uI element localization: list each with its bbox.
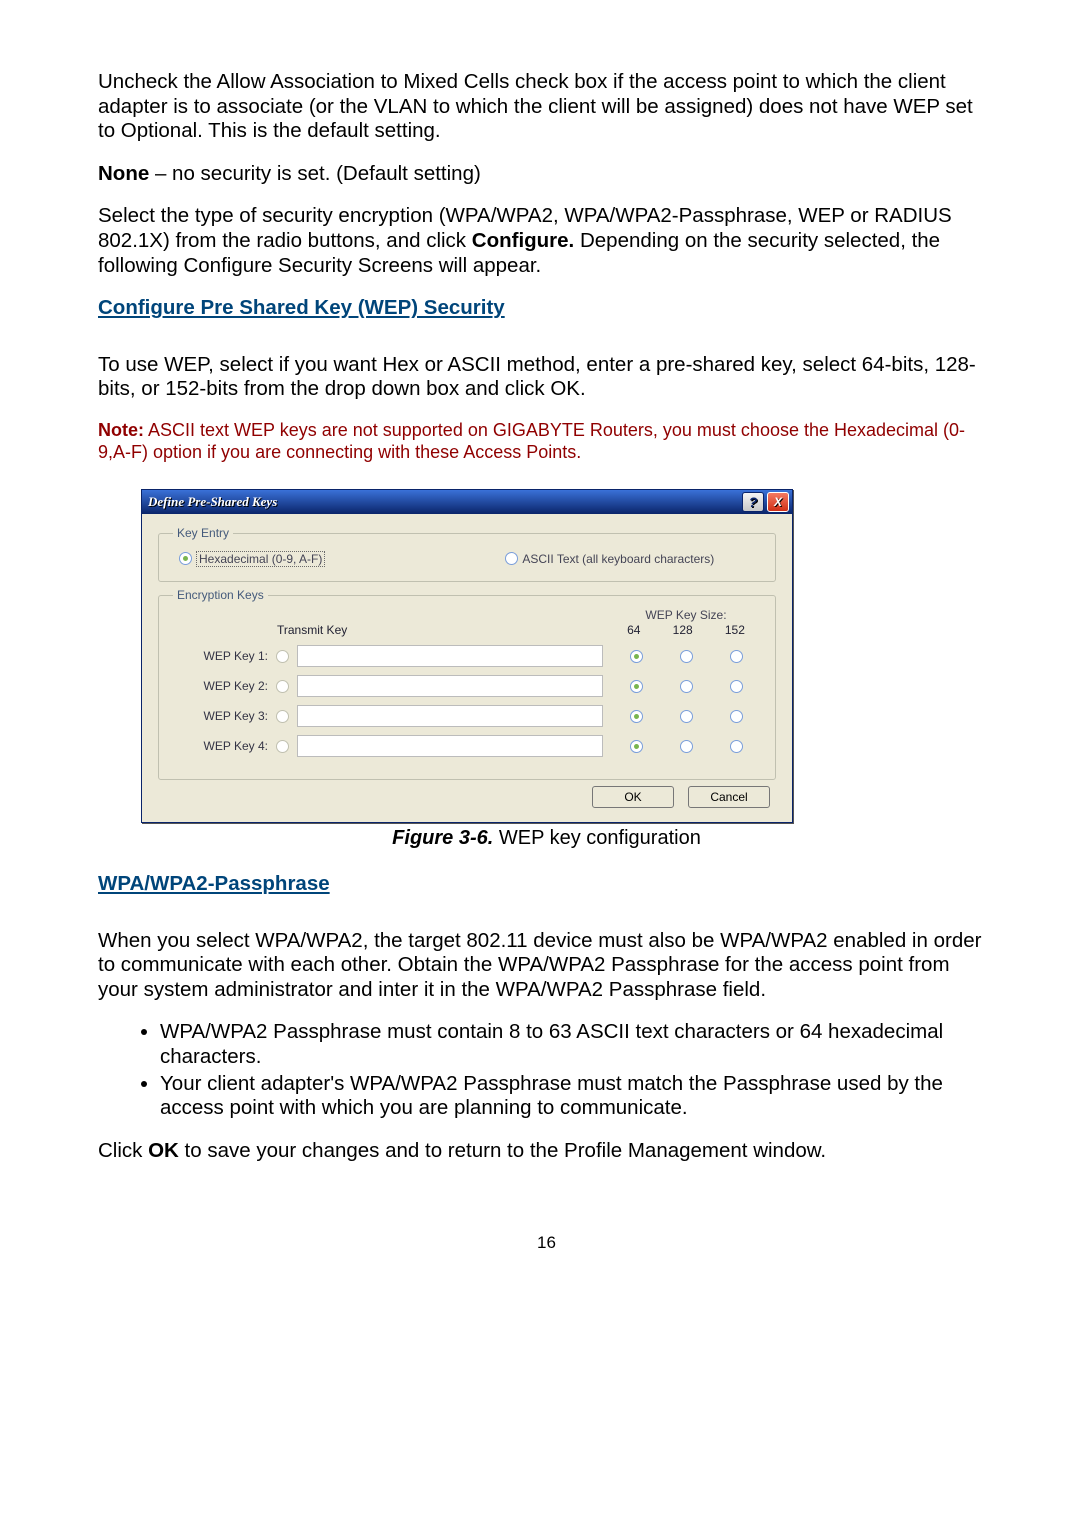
key-entry-legend: Key Entry (173, 526, 233, 540)
radio-icon (680, 740, 693, 753)
radio-icon (630, 710, 643, 723)
ok-button[interactable]: OK (592, 786, 674, 808)
list-item: Your client adapter's WPA/WPA2 Passphras… (160, 1072, 985, 1121)
wep-key-input[interactable] (297, 645, 603, 667)
size-col-152: 152 (725, 623, 745, 637)
radio-icon (730, 680, 743, 693)
document-page: Uncheck the Allow Association to Mixed C… (0, 0, 1080, 1294)
note-label: Note: (98, 420, 144, 440)
wep-key-label: WEP Key 2: (173, 679, 268, 693)
wep-key-input[interactable] (297, 705, 603, 727)
size-64-radio[interactable] (630, 650, 643, 663)
size-128-radio[interactable] (680, 680, 693, 693)
encryption-keys-group: Encryption Keys WEP Key Size: Transmit K… (158, 588, 776, 780)
ok-bold: OK (148, 1139, 179, 1162)
radio-icon (276, 710, 289, 723)
figure-number: Figure 3-6. (392, 827, 493, 849)
configure-bold: Configure. (472, 229, 575, 252)
wep-key-size-label: WEP Key Size: (611, 608, 761, 622)
figure-caption: Figure 3-6. WEP key configuration (98, 826, 995, 850)
transmit-radio[interactable] (276, 740, 289, 753)
section-heading-wep: Configure Pre Shared Key (WEP) Security (98, 296, 505, 321)
transmit-radio[interactable] (276, 680, 289, 693)
size-col-64: 64 (627, 623, 640, 637)
ascii-radio[interactable]: ASCII Text (all keyboard characters) (505, 551, 714, 567)
size-128-radio[interactable] (680, 740, 693, 753)
size-152-radio[interactable] (730, 710, 743, 723)
size-128-radio[interactable] (680, 710, 693, 723)
radio-icon (680, 710, 693, 723)
cancel-button[interactable]: Cancel (688, 786, 770, 808)
paragraph: None – no security is set. (Default sett… (98, 162, 995, 187)
size-128-radio[interactable] (680, 650, 693, 663)
radio-icon (730, 650, 743, 663)
hex-radio[interactable]: Hexadecimal (0-9, A-F) (179, 551, 325, 567)
radio-icon (630, 740, 643, 753)
radio-icon (630, 650, 643, 663)
radio-icon (276, 680, 289, 693)
radio-icon (730, 740, 743, 753)
define-psk-dialog: Define Pre-Shared Keys ? X Key Entry Hex… (141, 489, 793, 823)
paragraph: Click OK to save your changes and to ret… (98, 1139, 995, 1164)
section-heading-wpa: WPA/WPA2-Passphrase (98, 872, 330, 897)
size-64-radio[interactable] (630, 680, 643, 693)
paragraph: Select the type of security encryption (… (98, 204, 995, 278)
key-entry-group: Key Entry Hexadecimal (0-9, A-F) ASCII T… (158, 526, 776, 582)
help-icon: ? (749, 494, 758, 511)
page-number: 16 (98, 1233, 995, 1253)
wep-key-row: WEP Key 3: (173, 705, 761, 727)
radio-icon (730, 710, 743, 723)
wep-key-input[interactable] (297, 675, 603, 697)
paragraph: When you select WPA/WPA2, the target 802… (98, 929, 995, 1003)
note: Note: ASCII text WEP keys are not suppor… (98, 420, 995, 463)
wep-key-label: WEP Key 4: (173, 739, 268, 753)
wep-key-label: WEP Key 3: (173, 709, 268, 723)
close-icon: X (774, 495, 782, 509)
help-button[interactable]: ? (742, 492, 764, 512)
radio-icon (276, 650, 289, 663)
size-152-radio[interactable] (730, 650, 743, 663)
paragraph: Uncheck the Allow Association to Mixed C… (98, 70, 995, 144)
transmit-key-label: Transmit Key (173, 623, 611, 637)
none-text: – no security is set. (Default setting) (149, 162, 481, 185)
dialog-title: Define Pre-Shared Keys (148, 494, 277, 510)
size-152-radio[interactable] (730, 740, 743, 753)
wep-key-row: WEP Key 2: (173, 675, 761, 697)
wep-key-label: WEP Key 1: (173, 649, 268, 663)
transmit-radio[interactable] (276, 710, 289, 723)
size-64-radio[interactable] (630, 710, 643, 723)
dialog-titlebar[interactable]: Define Pre-Shared Keys ? X (142, 490, 792, 514)
encryption-keys-legend: Encryption Keys (173, 588, 268, 602)
radio-icon (630, 680, 643, 693)
wep-key-row: WEP Key 4: (173, 735, 761, 757)
wep-key-row: WEP Key 1: (173, 645, 761, 667)
radio-icon (179, 552, 192, 565)
ascii-radio-label: ASCII Text (all keyboard characters) (522, 552, 714, 566)
transmit-radio[interactable] (276, 650, 289, 663)
size-col-128: 128 (673, 623, 693, 637)
none-label: None (98, 162, 149, 185)
paragraph: To use WEP, select if you want Hex or AS… (98, 353, 995, 402)
radio-icon (505, 552, 518, 565)
bullet-list: WPA/WPA2 Passphrase must contain 8 to 63… (160, 1020, 995, 1120)
radio-icon (276, 740, 289, 753)
wep-key-input[interactable] (297, 735, 603, 757)
close-button[interactable]: X (767, 492, 789, 512)
figure-text: WEP key configuration (493, 827, 701, 849)
list-item: WPA/WPA2 Passphrase must contain 8 to 63… (160, 1020, 985, 1069)
radio-icon (680, 650, 693, 663)
hex-radio-label: Hexadecimal (0-9, A-F) (196, 551, 325, 567)
radio-icon (680, 680, 693, 693)
size-152-radio[interactable] (730, 680, 743, 693)
size-64-radio[interactable] (630, 740, 643, 753)
